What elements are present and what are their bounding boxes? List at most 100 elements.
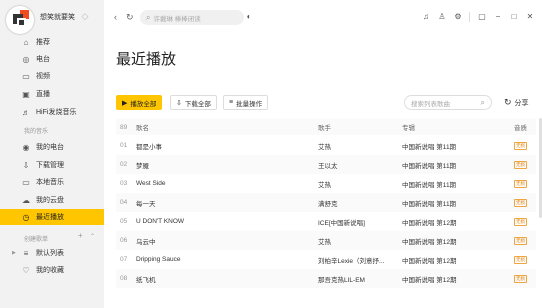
heart-icon: ♡ — [22, 265, 30, 275]
quality-badge: 无损 — [514, 274, 527, 283]
refresh-icon[interactable]: ↻ — [126, 12, 134, 22]
table-row[interactable]: 05 U DON'T KNOW ICE[中国新说唱] 中国新说唱 第12期 无损 — [116, 212, 536, 231]
quality-badge: 无损 — [514, 179, 527, 188]
headphones-icon[interactable]: ♫ — [421, 12, 431, 22]
sidebar-item-live[interactable]: ▣ 直播 — [0, 86, 104, 102]
song-name[interactable]: Dripping Sauce — [136, 250, 296, 269]
download-all-label: 下载全部 — [184, 100, 211, 108]
search-icon: ⌕ — [480, 97, 485, 107]
song-artist[interactable]: 那吾克热LIL-EM — [318, 269, 398, 288]
sidebar-item-label: 默认列表 — [36, 250, 64, 257]
share-button[interactable]: ↻ 分享 — [504, 97, 529, 108]
song-album[interactable]: 中国新说唱 第11期 — [402, 193, 502, 212]
message-icon[interactable]: ▢ — [477, 12, 487, 22]
sidebar-item-label: 我的云盘 — [36, 197, 64, 204]
playlist-icon: ≡ — [23, 248, 29, 258]
song-name[interactable]: 梦魇 — [136, 155, 296, 174]
main-panel: ‹ ↻ ⌕ 许戴琳 棒棒闭读 ◐ ♫ ♙ ⚙ ▢ − □ ✕ 最近播放 ▶ 播放… — [104, 0, 542, 308]
song-artist[interactable]: ICE[中国新说唱] — [318, 212, 398, 231]
song-name[interactable]: West Side — [136, 174, 296, 193]
song-artist[interactable]: 艾热 — [318, 174, 398, 193]
header-name: 歌名 — [136, 125, 149, 132]
song-name[interactable]: 纸飞机 — [136, 269, 296, 288]
voice-search-icon[interactable]: ◐ — [244, 12, 254, 22]
sidebar-item-local-music[interactable]: ▭ 本地音乐 — [0, 174, 104, 190]
quality-badge: 无损 — [514, 217, 527, 226]
sidebar-item-video[interactable]: ▭ 视频 — [0, 68, 104, 84]
sidebar-item-hifi[interactable]: ♬ HiFi发烧音乐 — [0, 104, 104, 120]
expand-caret-icon[interactable]: ▶ — [12, 250, 16, 256]
radio-icon: ◎ — [22, 54, 30, 64]
minimize-icon[interactable]: − — [493, 12, 503, 22]
back-icon[interactable]: ‹ — [114, 12, 117, 22]
quality-cell: 无损 — [514, 136, 534, 155]
batch-operation-button[interactable]: ≡ 批量操作 — [223, 95, 269, 110]
sidebar-item-label: 我的收藏 — [36, 267, 64, 274]
song-album[interactable]: 中国新说唱 第12期 — [402, 231, 502, 250]
username[interactable]: 想笑就要笑 — [40, 12, 75, 22]
list-search-input[interactable]: 搜索列表歌曲 ⌕ — [404, 95, 492, 110]
song-album[interactable]: 中国新说唱 第11期 — [402, 155, 502, 174]
section-created-playlists: 创建歌单 — [24, 237, 49, 243]
table-row[interactable]: 04 每一天 满舒克 中国新说唱 第11期 无损 — [116, 193, 536, 212]
song-artist[interactable]: 艾热 — [318, 136, 398, 155]
list-search-placeholder: 搜索列表歌曲 — [411, 100, 450, 108]
sidebar-item-cloud[interactable]: ☁ 我的云盘 — [0, 192, 104, 208]
play-all-button[interactable]: ▶ 播放全部 — [116, 95, 163, 110]
sidebar-item-label: 本地音乐 — [36, 179, 64, 186]
list-icon: ≡ — [229, 99, 234, 106]
song-artist[interactable]: 王以太 — [318, 155, 398, 174]
sidebar-item-my-radio[interactable]: ◉ 我的电台 — [0, 139, 104, 155]
download-icon: ⇩ — [176, 99, 182, 107]
song-album[interactable]: 中国新说唱 第11期 — [402, 136, 502, 155]
skin-icon[interactable]: ♙ — [437, 12, 447, 22]
close-icon[interactable]: ✕ — [525, 12, 535, 22]
song-artist[interactable]: 艾热 — [318, 231, 398, 250]
search-icon: ⌕ — [146, 12, 151, 22]
add-playlist-button[interactable]: + — [78, 231, 83, 240]
song-name[interactable]: 都是小事 — [136, 136, 296, 155]
live-icon: ▣ — [22, 89, 30, 99]
quality-badge: 无损 — [514, 236, 527, 245]
sidebar-item-recent[interactable]: ◷ 最近播放 — [0, 209, 104, 225]
share-label: 分享 — [514, 99, 529, 107]
collapse-arrow-icon[interactable]: ⌃ — [90, 233, 95, 240]
play-all-label: 播放全部 — [130, 100, 157, 108]
sidebar-item-recommend[interactable]: ⌂ 推荐 — [0, 34, 104, 50]
app-logo[interactable] — [6, 6, 34, 34]
header-quality: 音质 — [514, 125, 527, 132]
song-album[interactable]: 中国新说唱 第12期 — [402, 250, 502, 269]
sidebar-item-favorites[interactable]: ♡ 我的收藏 — [0, 262, 104, 278]
search-box[interactable]: ⌕ 许戴琳 棒棒闭读 — [140, 10, 244, 25]
quality-cell: 无损 — [514, 212, 534, 231]
table-row[interactable]: 03 West Side 艾热 中国新说唱 第11期 无损 — [116, 174, 536, 193]
search-placeholder: 许戴琳 棒棒闭读 — [153, 15, 201, 23]
quality-badge: 无损 — [514, 198, 527, 207]
song-artist[interactable]: 刘柏辛Lexie（刘意抒... — [318, 250, 398, 269]
quality-badge: 无损 — [514, 141, 527, 150]
home-icon: ⌂ — [23, 37, 29, 47]
song-artist[interactable]: 满舒克 — [318, 193, 398, 212]
song-name[interactable]: 每一天 — [136, 193, 296, 212]
sidebar-item-label: 推荐 — [36, 39, 50, 46]
sidebar-item-radio[interactable]: ◎ 电台 — [0, 51, 104, 67]
song-album[interactable]: 中国新说唱 第12期 — [402, 212, 502, 231]
settings-icon[interactable]: ⚙ — [453, 12, 463, 22]
section-my-music: 我的音乐 — [24, 129, 49, 135]
download-all-button[interactable]: ⇩ 下载全部 — [170, 95, 217, 110]
play-icon: ▶ — [122, 99, 128, 107]
table-row[interactable]: 02 梦魇 王以太 中国新说唱 第11期 无损 — [116, 155, 536, 174]
song-album[interactable]: 中国新说唱 第11期 — [402, 174, 502, 193]
table-row[interactable]: 06 乌云中 艾热 中国新说唱 第12期 无损 — [116, 231, 536, 250]
table-row[interactable]: 07 Dripping Sauce 刘柏辛Lexie（刘意抒... 中国新说唱 第12… — [116, 250, 536, 269]
song-album[interactable]: 中国新说唱 第12期 — [402, 269, 502, 288]
song-name[interactable]: 乌云中 — [136, 231, 296, 250]
table-row[interactable]: 01 都是小事 艾热 中国新说唱 第11期 无损 — [116, 136, 536, 155]
sidebar-item-download[interactable]: ⇩ 下载管理 — [0, 157, 104, 173]
table-row[interactable]: 08 纸飞机 那吾克热LIL-EM 中国新说唱 第12期 无损 — [116, 269, 536, 288]
sidebar-item-default-list[interactable]: ▶ ≡ 默认列表 — [0, 245, 104, 261]
sidebar-item-label: HiFi发烧音乐 — [36, 109, 77, 116]
vip-diamond-icon[interactable]: ◇ — [80, 11, 90, 21]
maximize-icon[interactable]: □ — [509, 12, 519, 22]
song-name[interactable]: U DON'T KNOW — [136, 212, 296, 231]
